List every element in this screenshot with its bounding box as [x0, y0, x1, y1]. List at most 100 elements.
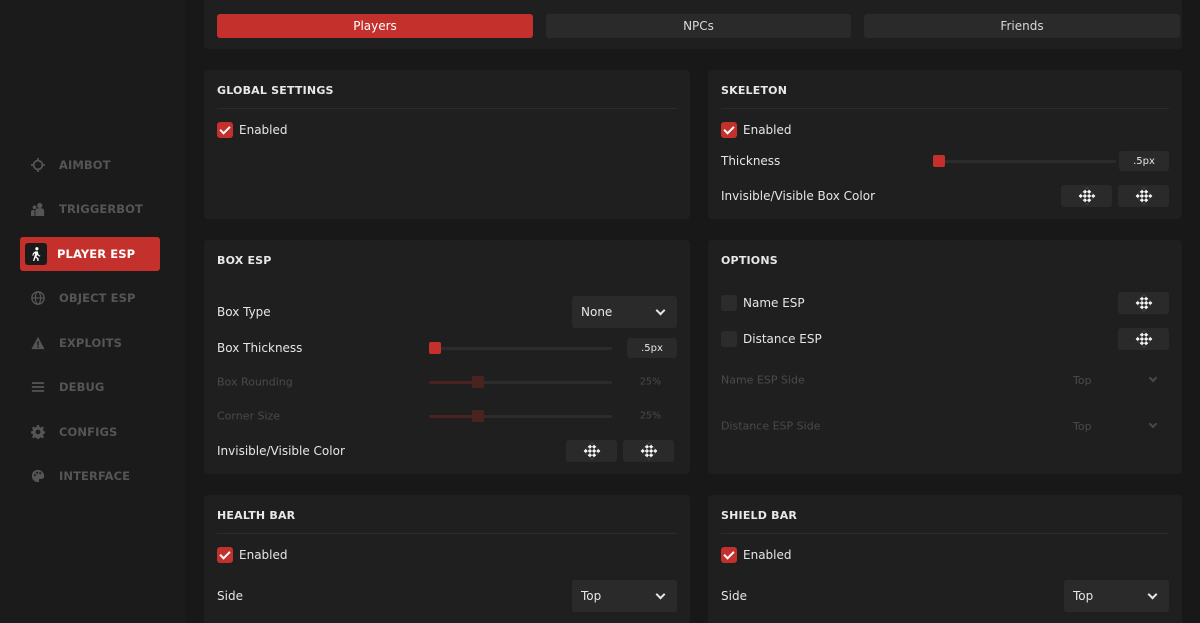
shield-enabled-checkbox[interactable] — [721, 547, 737, 563]
shield-enabled-row: Enabled — [721, 543, 1169, 567]
users-icon — [30, 201, 46, 217]
warning-icon — [30, 335, 46, 351]
box-thickness-value[interactable]: .5px — [627, 338, 677, 358]
sidebar-item-label: INTERFACE — [59, 469, 131, 483]
checkbox-label: Enabled — [239, 123, 288, 137]
divider — [721, 108, 1169, 109]
invisible-color-button[interactable] — [566, 440, 617, 462]
slider-handle[interactable] — [471, 376, 484, 388]
health-side-select[interactable]: Top — [572, 580, 677, 612]
skeleton-panel: SKELETON Enabled Thickness .5px Invisibl… — [708, 70, 1182, 219]
sidebar-item-triggerbot[interactable]: TRIGGERBOT — [20, 192, 160, 226]
slider-fill — [429, 414, 478, 418]
tab-friends[interactable]: Friends — [864, 14, 1180, 38]
distance-esp-row: Distance ESP — [721, 327, 1169, 351]
name-esp-color-button[interactable] — [1118, 292, 1169, 314]
color-swatch-icon — [1135, 330, 1152, 348]
health-bar-panel: HEALTH BAR Enabled Side Top — [204, 495, 690, 623]
slider-handle[interactable] — [471, 410, 484, 422]
globe-icon — [30, 290, 46, 306]
panel-title: BOX ESP — [217, 254, 272, 267]
skeleton-enabled-row: Enabled — [721, 118, 1169, 142]
name-esp-checkbox[interactable] — [721, 295, 737, 311]
checkbox-label: Enabled — [743, 548, 792, 562]
panel-title: HEALTH BAR — [217, 509, 296, 522]
divider — [217, 108, 677, 109]
box-type-row: Box Type None — [217, 296, 677, 328]
box-type-select[interactable]: None — [572, 296, 677, 328]
slider-fill — [429, 380, 478, 384]
menu-icon — [30, 379, 46, 395]
sidebar-item-player-esp[interactable]: PLAYER ESP — [20, 237, 160, 271]
distance-esp-side-select[interactable]: Top — [1064, 410, 1169, 442]
distance-esp-color-button[interactable] — [1118, 328, 1169, 350]
sidebar-item-label: CONFIGS — [59, 425, 118, 439]
chevron-down-icon — [1148, 419, 1158, 429]
checkbox-label: Distance ESP — [743, 332, 822, 346]
skeleton-thickness-row: Thickness .5px — [721, 149, 1169, 173]
divider — [721, 533, 1169, 534]
thickness-slider[interactable] — [933, 155, 1116, 167]
distance-esp-side-label: Distance ESP Side — [721, 419, 821, 433]
global-enabled-checkbox[interactable] — [217, 122, 233, 138]
name-esp-side-label: Name ESP Side — [721, 373, 805, 387]
box-rounding-value: 25% — [639, 376, 661, 388]
box-esp-panel: BOX ESP Box Type None Box Thickness .5px… — [204, 240, 690, 474]
sidebar-item-exploits[interactable]: EXPLOITS — [20, 326, 160, 360]
name-esp-side-select[interactable]: Top — [1064, 364, 1169, 396]
health-enabled-checkbox[interactable] — [217, 547, 233, 563]
global-settings-panel: GLOBAL SETTINGS Enabled — [204, 70, 690, 219]
skeleton-color-row: Invisible/Visible Box Color — [721, 184, 1169, 208]
select-value: Top — [1073, 419, 1092, 433]
shield-side-select[interactable]: Top — [1064, 580, 1169, 612]
box-color-row: Invisible/Visible Color — [217, 439, 677, 463]
name-esp-row: Name ESP — [721, 291, 1169, 315]
color-swatch-icon — [1078, 187, 1095, 205]
chevron-down-icon — [1147, 589, 1158, 600]
sidebar-item-debug[interactable]: DEBUG — [20, 370, 160, 404]
tab-npcs[interactable]: NPCs — [546, 14, 851, 38]
corner-size-value: 25% — [639, 410, 661, 422]
color-swatch-icon — [583, 442, 600, 460]
health-enabled-row: Enabled — [217, 543, 677, 567]
checkbox-label: Enabled — [743, 123, 792, 137]
tab-players[interactable]: Players — [217, 14, 533, 38]
sidebar-item-object-esp[interactable]: OBJECT ESP — [20, 281, 160, 315]
skeleton-enabled-checkbox[interactable] — [721, 122, 737, 138]
sidebar-item-interface[interactable]: INTERFACE — [20, 459, 160, 493]
thickness-label: Thickness — [721, 154, 781, 168]
slider-handle[interactable] — [933, 155, 945, 167]
side-label: Side — [721, 589, 747, 603]
sidebar-item-configs[interactable]: CONFIGS — [20, 415, 160, 449]
corner-size-row: Corner Size 25% — [217, 404, 677, 428]
chevron-down-icon — [655, 589, 666, 600]
corner-size-slider[interactable] — [429, 410, 612, 422]
sidebar-item-label: PLAYER ESP — [57, 247, 136, 261]
shield-side-row: Side Top — [721, 580, 1169, 612]
visible-color-button[interactable] — [1118, 185, 1169, 207]
health-side-row: Side Top — [217, 580, 677, 612]
slider-handle[interactable] — [429, 342, 441, 354]
checkbox-label: Enabled — [239, 548, 288, 562]
box-rounding-row: Box Rounding 25% — [217, 370, 677, 394]
box-thickness-label: Box Thickness — [217, 341, 303, 355]
panel-title: SHIELD BAR — [721, 509, 798, 522]
select-value: Top — [581, 589, 602, 603]
color-label: Invisible/Visible Color — [217, 444, 345, 458]
options-panel: OPTIONS Name ESP Distance ESP Name ESP S… — [708, 240, 1182, 474]
box-thickness-slider[interactable] — [429, 342, 612, 354]
thickness-value[interactable]: .5px — [1119, 151, 1169, 171]
visible-color-button[interactable] — [623, 440, 674, 462]
tab-bar: Players NPCs Friends — [204, 0, 1182, 49]
chevron-down-icon — [1148, 373, 1158, 383]
distance-esp-checkbox[interactable] — [721, 331, 737, 347]
shield-bar-panel: SHIELD BAR Enabled Side Top — [708, 495, 1182, 623]
sidebar: AIMBOT TRIGGERBOT PLAYER ESP OBJECT ESP … — [0, 0, 185, 623]
color-swatch-icon — [640, 442, 657, 460]
color-label: Invisible/Visible Box Color — [721, 189, 876, 203]
color-swatch-icon — [1135, 294, 1152, 312]
invisible-color-button[interactable] — [1061, 185, 1112, 207]
sidebar-item-aimbot[interactable]: AIMBOT — [20, 148, 160, 182]
select-value: None — [581, 305, 613, 319]
box-rounding-slider[interactable] — [429, 376, 612, 388]
